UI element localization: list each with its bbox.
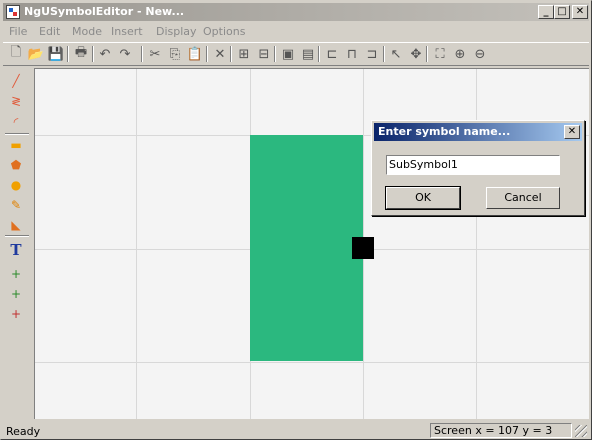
menu-bar: File Edit Mode Insert Display Options bbox=[3, 23, 589, 40]
freehand-tool-icon[interactable]: ✎ bbox=[6, 196, 26, 214]
new-icon[interactable]: 🗋 bbox=[7, 45, 25, 63]
ok-button[interactable]: OK bbox=[385, 186, 461, 210]
zoom-fit-icon[interactable]: ⛶ bbox=[431, 45, 449, 63]
group-icon[interactable]: ⊞ bbox=[235, 45, 253, 63]
zoom-out-icon[interactable]: ⊖ bbox=[471, 45, 489, 63]
toolbar-separator bbox=[230, 46, 232, 62]
drawing-tools-palette: ╱ ≷ ◜ ▬ ⬟ ● ✎ ◣ T + + + bbox=[3, 68, 31, 419]
polyline-tool-icon[interactable]: ≷ bbox=[6, 92, 26, 110]
maximize-button[interactable]: □ bbox=[554, 5, 570, 19]
toolbar-separator bbox=[206, 46, 208, 62]
send-back-icon[interactable]: ▤ bbox=[299, 45, 317, 63]
print-icon[interactable]: 🖶 bbox=[72, 45, 90, 63]
toolbar-separator bbox=[67, 46, 69, 62]
zoom-in-icon[interactable]: ⊕ bbox=[451, 45, 469, 63]
toolbar-separator bbox=[383, 46, 385, 62]
paste-icon[interactable]: 📋 bbox=[186, 45, 204, 63]
palette-separator bbox=[5, 133, 29, 135]
bring-front-icon[interactable]: ▣ bbox=[279, 45, 297, 63]
menu-mode[interactable]: Mode bbox=[72, 25, 102, 38]
symbol-name-input[interactable]: SubSymbol1 bbox=[386, 155, 560, 175]
circle-tool-icon[interactable]: ● bbox=[6, 176, 26, 194]
menu-file[interactable]: File bbox=[9, 25, 27, 38]
toolbar-separator bbox=[141, 46, 143, 62]
palette-separator bbox=[5, 235, 29, 237]
menu-edit[interactable]: Edit bbox=[39, 25, 60, 38]
selection-handle[interactable] bbox=[352, 237, 374, 259]
connector-tool-icon[interactable]: + bbox=[6, 305, 26, 323]
cancel-button[interactable]: Cancel bbox=[486, 187, 560, 209]
redo-icon[interactable]: ↷ bbox=[116, 45, 134, 63]
align-left-icon[interactable]: ⊏ bbox=[323, 45, 341, 63]
toolbar-separator bbox=[92, 46, 94, 62]
copy-icon[interactable]: ⎘ bbox=[166, 45, 184, 63]
save-icon[interactable]: 💾 bbox=[47, 45, 65, 63]
menu-options[interactable]: Options bbox=[203, 25, 245, 38]
app-icon bbox=[6, 5, 20, 19]
rectangle-tool-icon[interactable]: ▬ bbox=[6, 136, 26, 154]
undo-icon[interactable]: ↶ bbox=[96, 45, 114, 63]
ungroup-icon[interactable]: ⊟ bbox=[255, 45, 273, 63]
move-pointer-icon[interactable]: ✥ bbox=[407, 45, 425, 63]
cut-icon[interactable]: ✂ bbox=[146, 45, 164, 63]
grid-line bbox=[136, 69, 137, 419]
menu-display[interactable]: Display bbox=[156, 25, 197, 38]
green-rectangle-shape[interactable] bbox=[250, 135, 363, 361]
fill-tool-icon[interactable]: ◣ bbox=[6, 216, 26, 234]
select-pointer-icon[interactable]: ↖ bbox=[387, 45, 405, 63]
align-center-icon[interactable]: ⊓ bbox=[343, 45, 361, 63]
polygon-tool-icon[interactable]: ⬟ bbox=[6, 156, 26, 174]
status-bar: Ready Screen x = 107 y = 3 bbox=[3, 422, 589, 439]
toolbar-separator bbox=[318, 46, 320, 62]
toolbar-separator bbox=[274, 46, 276, 62]
grid-line bbox=[35, 362, 589, 363]
resize-grip-icon[interactable] bbox=[575, 425, 587, 437]
status-text: Ready bbox=[6, 425, 41, 438]
close-button[interactable]: ✕ bbox=[572, 5, 588, 19]
text-anchor-tool-icon[interactable]: + bbox=[6, 265, 26, 283]
window-title: NgUSymbolEditor - New... bbox=[24, 5, 185, 18]
app-window: NgUSymbolEditor - New... _ □ ✕ File Edit… bbox=[0, 0, 592, 440]
menu-insert[interactable]: Insert bbox=[111, 25, 143, 38]
align-right-icon[interactable]: ⊐ bbox=[363, 45, 381, 63]
arc-tool-icon[interactable]: ◜ bbox=[6, 113, 26, 131]
minimize-button[interactable]: _ bbox=[538, 5, 554, 19]
open-icon[interactable]: 📂 bbox=[27, 45, 45, 63]
dialog-title-bar[interactable]: Enter symbol name... ✕ bbox=[374, 123, 582, 141]
port-tool-icon[interactable]: + bbox=[6, 285, 26, 303]
delete-icon[interactable]: ✕ bbox=[211, 45, 229, 63]
main-toolbar: 🗋 📂 💾 🖶 ↶ ↷ ✂ ⎘ 📋 ✕ ⊞ ⊟ ▣ ▤ ⊏ ⊓ ⊐ ↖ ✥ ⛶ ⊕ ⊖ bbox=[3, 42, 589, 66]
cursor-coordinates: Screen x = 107 y = 3 bbox=[430, 423, 572, 438]
symbol-name-dialog: Enter symbol name... ✕ SubSymbol1 OK Can… bbox=[371, 120, 585, 216]
dialog-close-button[interactable]: ✕ bbox=[564, 125, 580, 139]
dialog-title: Enter symbol name... bbox=[378, 125, 511, 138]
title-bar[interactable]: NgUSymbolEditor - New... _ □ ✕ bbox=[3, 3, 589, 21]
line-tool-icon[interactable]: ╱ bbox=[6, 72, 26, 90]
text-tool-icon[interactable]: T bbox=[6, 241, 26, 259]
toolbar-separator bbox=[426, 46, 428, 62]
